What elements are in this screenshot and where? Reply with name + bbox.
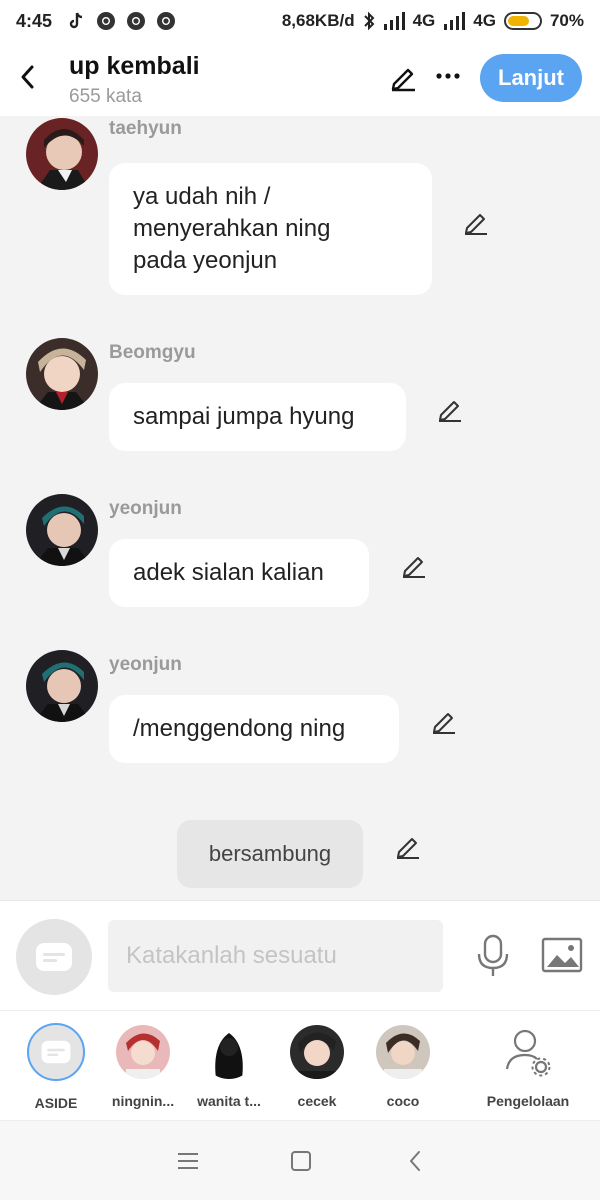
- message-bubble[interactable]: adek sialan kalian: [109, 539, 369, 607]
- edit-pencil-icon[interactable]: [436, 395, 464, 423]
- message-bubble[interactable]: ya udah nih / menyerahkan ning pada yeon…: [109, 163, 432, 295]
- message-input[interactable]: [108, 920, 443, 992]
- story-header: up kembali 655 kata Lanjut: [0, 42, 600, 116]
- character-cecek[interactable]: cecek: [272, 1025, 362, 1109]
- character-wanita[interactable]: wanita t...: [184, 1025, 274, 1109]
- back-icon[interactable]: [404, 1149, 428, 1173]
- signal-icon: [383, 12, 405, 30]
- status-time: 4:45: [16, 10, 53, 31]
- story-title: up kembali: [69, 52, 200, 80]
- home-icon[interactable]: [289, 1149, 313, 1173]
- user-settings-icon: [505, 1029, 551, 1077]
- avatar: [116, 1025, 170, 1079]
- edit-pencil-icon[interactable]: [400, 551, 428, 579]
- more-options-icon[interactable]: [434, 62, 462, 90]
- message-sender: yeonjun: [109, 498, 182, 519]
- avatar[interactable]: [26, 338, 98, 410]
- character-ningning[interactable]: ningnin...: [98, 1025, 188, 1109]
- message-bubble[interactable]: sampai jumpa hyung: [109, 383, 406, 451]
- message-input-bar: [0, 900, 600, 1010]
- avatar: [376, 1025, 430, 1079]
- menu-icon[interactable]: [176, 1149, 200, 1173]
- edit-pencil-icon[interactable]: [430, 707, 458, 735]
- avatar[interactable]: [26, 118, 98, 190]
- signal-icon: [444, 12, 466, 30]
- character-selector: ASIDE ningnin... wanita t... cecek coco …: [0, 1010, 600, 1120]
- manage-label: Pengelolaan: [486, 1093, 570, 1109]
- edit-pencil-icon[interactable]: [394, 832, 422, 860]
- next-button[interactable]: Lanjut: [480, 54, 582, 102]
- back-arrow-icon[interactable]: [14, 60, 42, 94]
- avatar: [202, 1025, 256, 1079]
- aside-toggle-button[interactable]: [16, 919, 92, 995]
- character-name: coco: [386, 1093, 420, 1109]
- status-bar: 4:45 8,68KB/d 4G 4G 70%: [0, 0, 600, 42]
- microphone-icon[interactable]: [473, 934, 513, 978]
- battery-percentage: 70%: [549, 11, 584, 30]
- edit-pencil-icon[interactable]: [462, 208, 490, 236]
- character-name: wanita t...: [197, 1093, 261, 1109]
- aside-bubble-icon: [36, 943, 72, 971]
- chrome-icon: [157, 12, 176, 30]
- character-aside[interactable]: ASIDE: [11, 1023, 101, 1111]
- narration-bubble[interactable]: bersambung: [177, 820, 363, 888]
- character-name: cecek: [297, 1093, 337, 1109]
- message-bubble[interactable]: /menggendong ning: [109, 695, 399, 763]
- chrome-icon: [127, 12, 146, 30]
- battery-icon: [503, 12, 542, 30]
- word-count: 655 kata: [69, 86, 142, 107]
- system-navigation-bar: [0, 1120, 600, 1200]
- chrome-icon: [97, 12, 116, 30]
- network-speed: 8,68KB/d: [281, 11, 355, 30]
- avatar[interactable]: [26, 650, 98, 722]
- character-name: ASIDE: [34, 1095, 78, 1111]
- edit-pencil-icon[interactable]: [388, 62, 418, 92]
- avatar: [290, 1025, 344, 1079]
- manage-characters-button[interactable]: Pengelolaan: [480, 1025, 576, 1109]
- message-sender: Beomgyu: [109, 342, 196, 363]
- avatar[interactable]: [26, 494, 98, 566]
- network-type-1: 4G: [412, 11, 436, 30]
- network-type-2: 4G: [473, 11, 496, 30]
- aside-avatar: [27, 1023, 85, 1081]
- message-sender: yeonjun: [109, 654, 182, 675]
- message-sender: taehyun: [109, 118, 182, 139]
- character-name: ningnin...: [111, 1093, 175, 1109]
- tiktok-icon: [69, 12, 83, 29]
- aside-bubble-icon: [41, 1040, 71, 1064]
- bluetooth-icon: [363, 11, 375, 31]
- image-icon[interactable]: [541, 937, 583, 973]
- character-coco[interactable]: coco: [358, 1025, 448, 1109]
